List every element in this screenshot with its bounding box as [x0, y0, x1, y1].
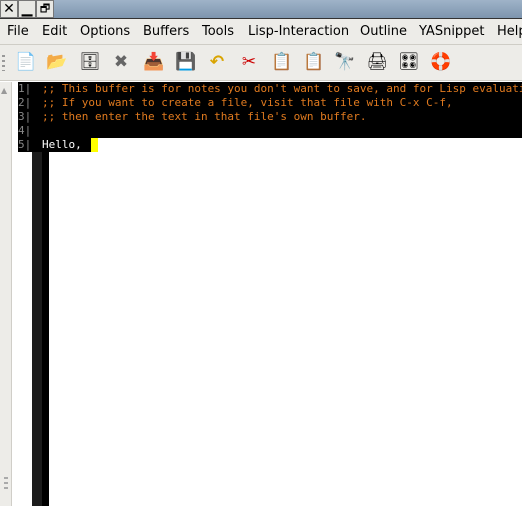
menu-bar: File Edit Options Buffers Tools Lisp-Int… — [0, 19, 522, 45]
open-folder-icon[interactable]: 📂 — [46, 51, 68, 73]
toolbar-grip[interactable] — [2, 55, 5, 71]
copy-icon[interactable]: 📋 — [271, 51, 293, 73]
editor-line[interactable]: ;; then enter the text in that file's ow… — [42, 110, 367, 124]
menu-buffers[interactable]: Buffers — [143, 24, 189, 39]
toolbar: 📄 📂 🗄 ✖ 📥 💾 ↶ ✂ 📋 📋 🔭 🖨 🎛 🛟 — [0, 45, 522, 81]
undo-icon[interactable]: ↶ — [206, 51, 228, 73]
search-icon[interactable]: 🔭 — [334, 51, 356, 73]
menu-lisp-interaction[interactable]: Lisp-Interaction — [248, 24, 349, 39]
menu-file[interactable]: File — [7, 24, 29, 39]
title-bar: ✕ ▁ 🗗 — [0, 0, 522, 19]
menu-options[interactable]: Options — [80, 24, 130, 39]
line-number: 3| — [18, 110, 32, 124]
menu-yasnippet[interactable]: YASnippet — [419, 24, 485, 39]
help-icon[interactable]: 🛟 — [430, 51, 452, 73]
line-number: 2| — [18, 96, 32, 110]
minimize-icon[interactable]: ▁ — [18, 0, 36, 18]
line-number: 1| — [18, 82, 32, 96]
save-as-icon[interactable]: 💾 — [175, 51, 197, 73]
dired-icon[interactable]: 🗄 — [79, 51, 101, 73]
close-icon[interactable]: ✕ — [0, 0, 18, 18]
close-buffer-icon[interactable]: ✖ — [110, 51, 132, 73]
line-number: 4| — [18, 124, 32, 138]
paste-icon[interactable]: 📋 — [303, 51, 325, 73]
editor-line[interactable]: ;; If you want to create a file, visit t… — [42, 96, 453, 110]
editor-line[interactable]: Hello, — [42, 138, 88, 152]
save-icon[interactable]: 📥 — [143, 51, 165, 73]
editor-line[interactable]: ;; This buffer is for notes you don't wa… — [42, 82, 522, 96]
menu-outline[interactable]: Outline — [360, 24, 407, 39]
menu-tools[interactable]: Tools — [202, 24, 234, 39]
restore-icon[interactable]: 🗗 — [36, 0, 54, 18]
menu-edit[interactable]: Edit — [42, 24, 67, 39]
customize-icon[interactable]: 🎛 — [398, 51, 420, 73]
cut-icon[interactable]: ✂ — [238, 51, 260, 73]
line-number: 5| — [18, 138, 32, 152]
scroll-up-icon[interactable]: ▲ — [1, 86, 7, 95]
scrollbar-grip[interactable] — [4, 477, 8, 491]
vertical-scrollbar[interactable]: ▲ — [0, 82, 12, 506]
print-icon[interactable]: 🖨 — [366, 51, 388, 73]
text-cursor — [91, 138, 98, 152]
menu-help[interactable]: Help — [497, 24, 522, 39]
new-file-icon[interactable]: 📄 — [15, 51, 37, 73]
